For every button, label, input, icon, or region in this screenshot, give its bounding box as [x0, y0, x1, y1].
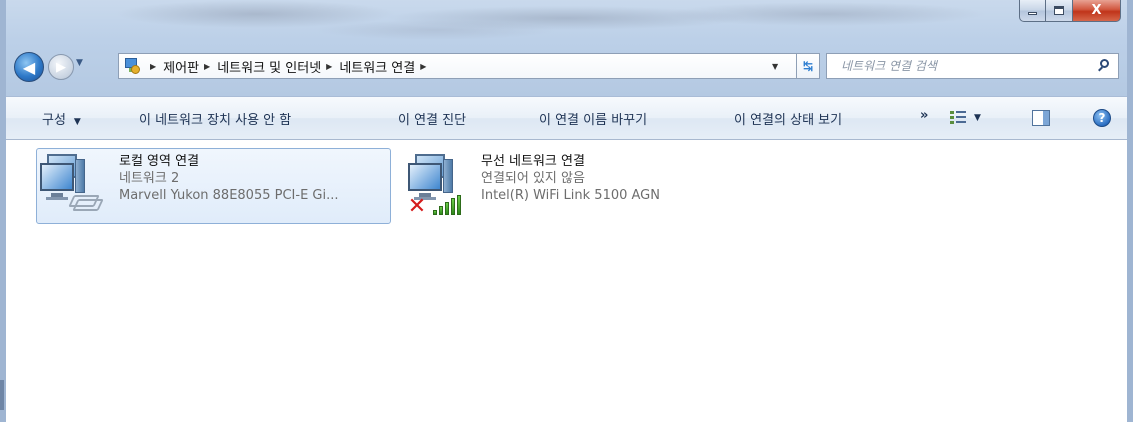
- wired-connection-icon: [37, 149, 104, 223]
- address-actions: ▼: [766, 53, 796, 79]
- network-folder-icon[interactable]: [123, 57, 141, 75]
- window-border: [0, 380, 4, 410]
- rename-button[interactable]: 이 연결 이름 바꾸기: [539, 109, 647, 128]
- more-commands-button[interactable]: »: [920, 108, 928, 123]
- connection-item-wireless[interactable]: ✕ 무선 네트워크 연결 연결되어 있지 않음 Intel(R) WiFi Li…: [404, 148, 734, 224]
- chevron-right-icon[interactable]: ▶: [204, 62, 210, 71]
- help-icon: ?: [1098, 111, 1106, 125]
- change-view-button[interactable]: ▼: [950, 109, 988, 127]
- chevron-right-icon[interactable]: ▶: [150, 62, 156, 71]
- connections-list: 로컬 영역 연결 네트워크 2 Marvell Yukon 88E8055 PC…: [6, 140, 1127, 422]
- close-button[interactable]: X: [1073, 0, 1121, 22]
- chevron-down-icon: ▼: [73, 117, 81, 127]
- connection-item-local-area[interactable]: 로컬 영역 연결 네트워크 2 Marvell Yukon 88E8055 PC…: [36, 148, 391, 224]
- search-input[interactable]: [841, 59, 1091, 73]
- minimize-icon: [1028, 12, 1037, 15]
- connection-name: 무선 네트워크 연결: [481, 154, 585, 169]
- arrow-left-icon: ◀: [22, 57, 36, 77]
- search-box: [826, 53, 1119, 79]
- ethernet-cable-icon: [68, 195, 104, 211]
- preview-pane-button[interactable]: [1032, 110, 1050, 126]
- caption-buttons: X: [1019, 0, 1121, 22]
- organize-button[interactable]: 구성 ▼: [42, 109, 81, 128]
- breadcrumb-network-internet[interactable]: 네트워크 및 인터넷: [217, 57, 321, 76]
- command-bar: 구성 ▼ 이 네트워크 장치 사용 안 함 이 연결 진단 이 연결 이름 바꾸기…: [6, 96, 1127, 140]
- maximize-icon: [1054, 6, 1064, 15]
- red-x-icon: ✕: [407, 194, 427, 219]
- view-details-icon: [950, 110, 966, 126]
- forward-button[interactable]: ▶: [48, 54, 74, 80]
- chevron-down-icon: ▼: [974, 113, 981, 123]
- wifi-signal-icon: [433, 195, 463, 215]
- connection-name: 로컬 영역 연결: [119, 154, 200, 169]
- breadcrumb-control-panel[interactable]: 제어판: [163, 57, 199, 76]
- breadcrumb-network-connections[interactable]: 네트워크 연결: [339, 57, 415, 76]
- view-status-button[interactable]: 이 연결의 상태 보기: [734, 109, 842, 128]
- preview-pane-icon: [1043, 111, 1049, 125]
- connection-device: Intel(R) WiFi Link 5100 AGN: [481, 188, 660, 203]
- organize-label: 구성: [42, 113, 66, 128]
- title-bar-glass: [6, 0, 1127, 44]
- wireless-connection-icon: ✕: [405, 149, 467, 223]
- help-button[interactable]: ?: [1093, 109, 1111, 127]
- minimize-button[interactable]: [1019, 0, 1046, 22]
- search-icon[interactable]: [1098, 59, 1110, 72]
- recent-pages-button[interactable]: ▼: [76, 58, 83, 68]
- diagnose-button[interactable]: 이 연결 진단: [398, 109, 466, 128]
- navigation-row: ◀ ▶ ▼ ▶ 제어판 ▶ 네트워크 및 인터넷 ▶ 네트워크 연결 ▶ ▼ ↹: [14, 52, 1119, 82]
- chevron-right-icon[interactable]: ▶: [326, 62, 332, 71]
- back-button[interactable]: ◀: [14, 52, 44, 82]
- chevron-down-icon: ▼: [76, 58, 83, 68]
- connection-status: 네트워크 2: [119, 171, 180, 186]
- connection-status: 연결되어 있지 않음: [481, 171, 585, 186]
- refresh-icon: ↹: [802, 59, 814, 73]
- maximize-button[interactable]: [1046, 0, 1073, 22]
- disable-device-button[interactable]: 이 네트워크 장치 사용 안 함: [139, 109, 291, 128]
- chevron-right-icon[interactable]: ▶: [420, 62, 426, 71]
- address-dropdown-icon[interactable]: ▼: [772, 62, 778, 71]
- refresh-button[interactable]: ↹: [796, 53, 820, 79]
- arrow-right-icon: ▶: [56, 59, 66, 75]
- address-bar[interactable]: ▶ 제어판 ▶ 네트워크 및 인터넷 ▶ 네트워크 연결 ▶: [118, 53, 766, 79]
- close-icon: X: [1091, 3, 1102, 18]
- connection-device: Marvell Yukon 88E8055 PCI-E Gi...: [119, 188, 339, 203]
